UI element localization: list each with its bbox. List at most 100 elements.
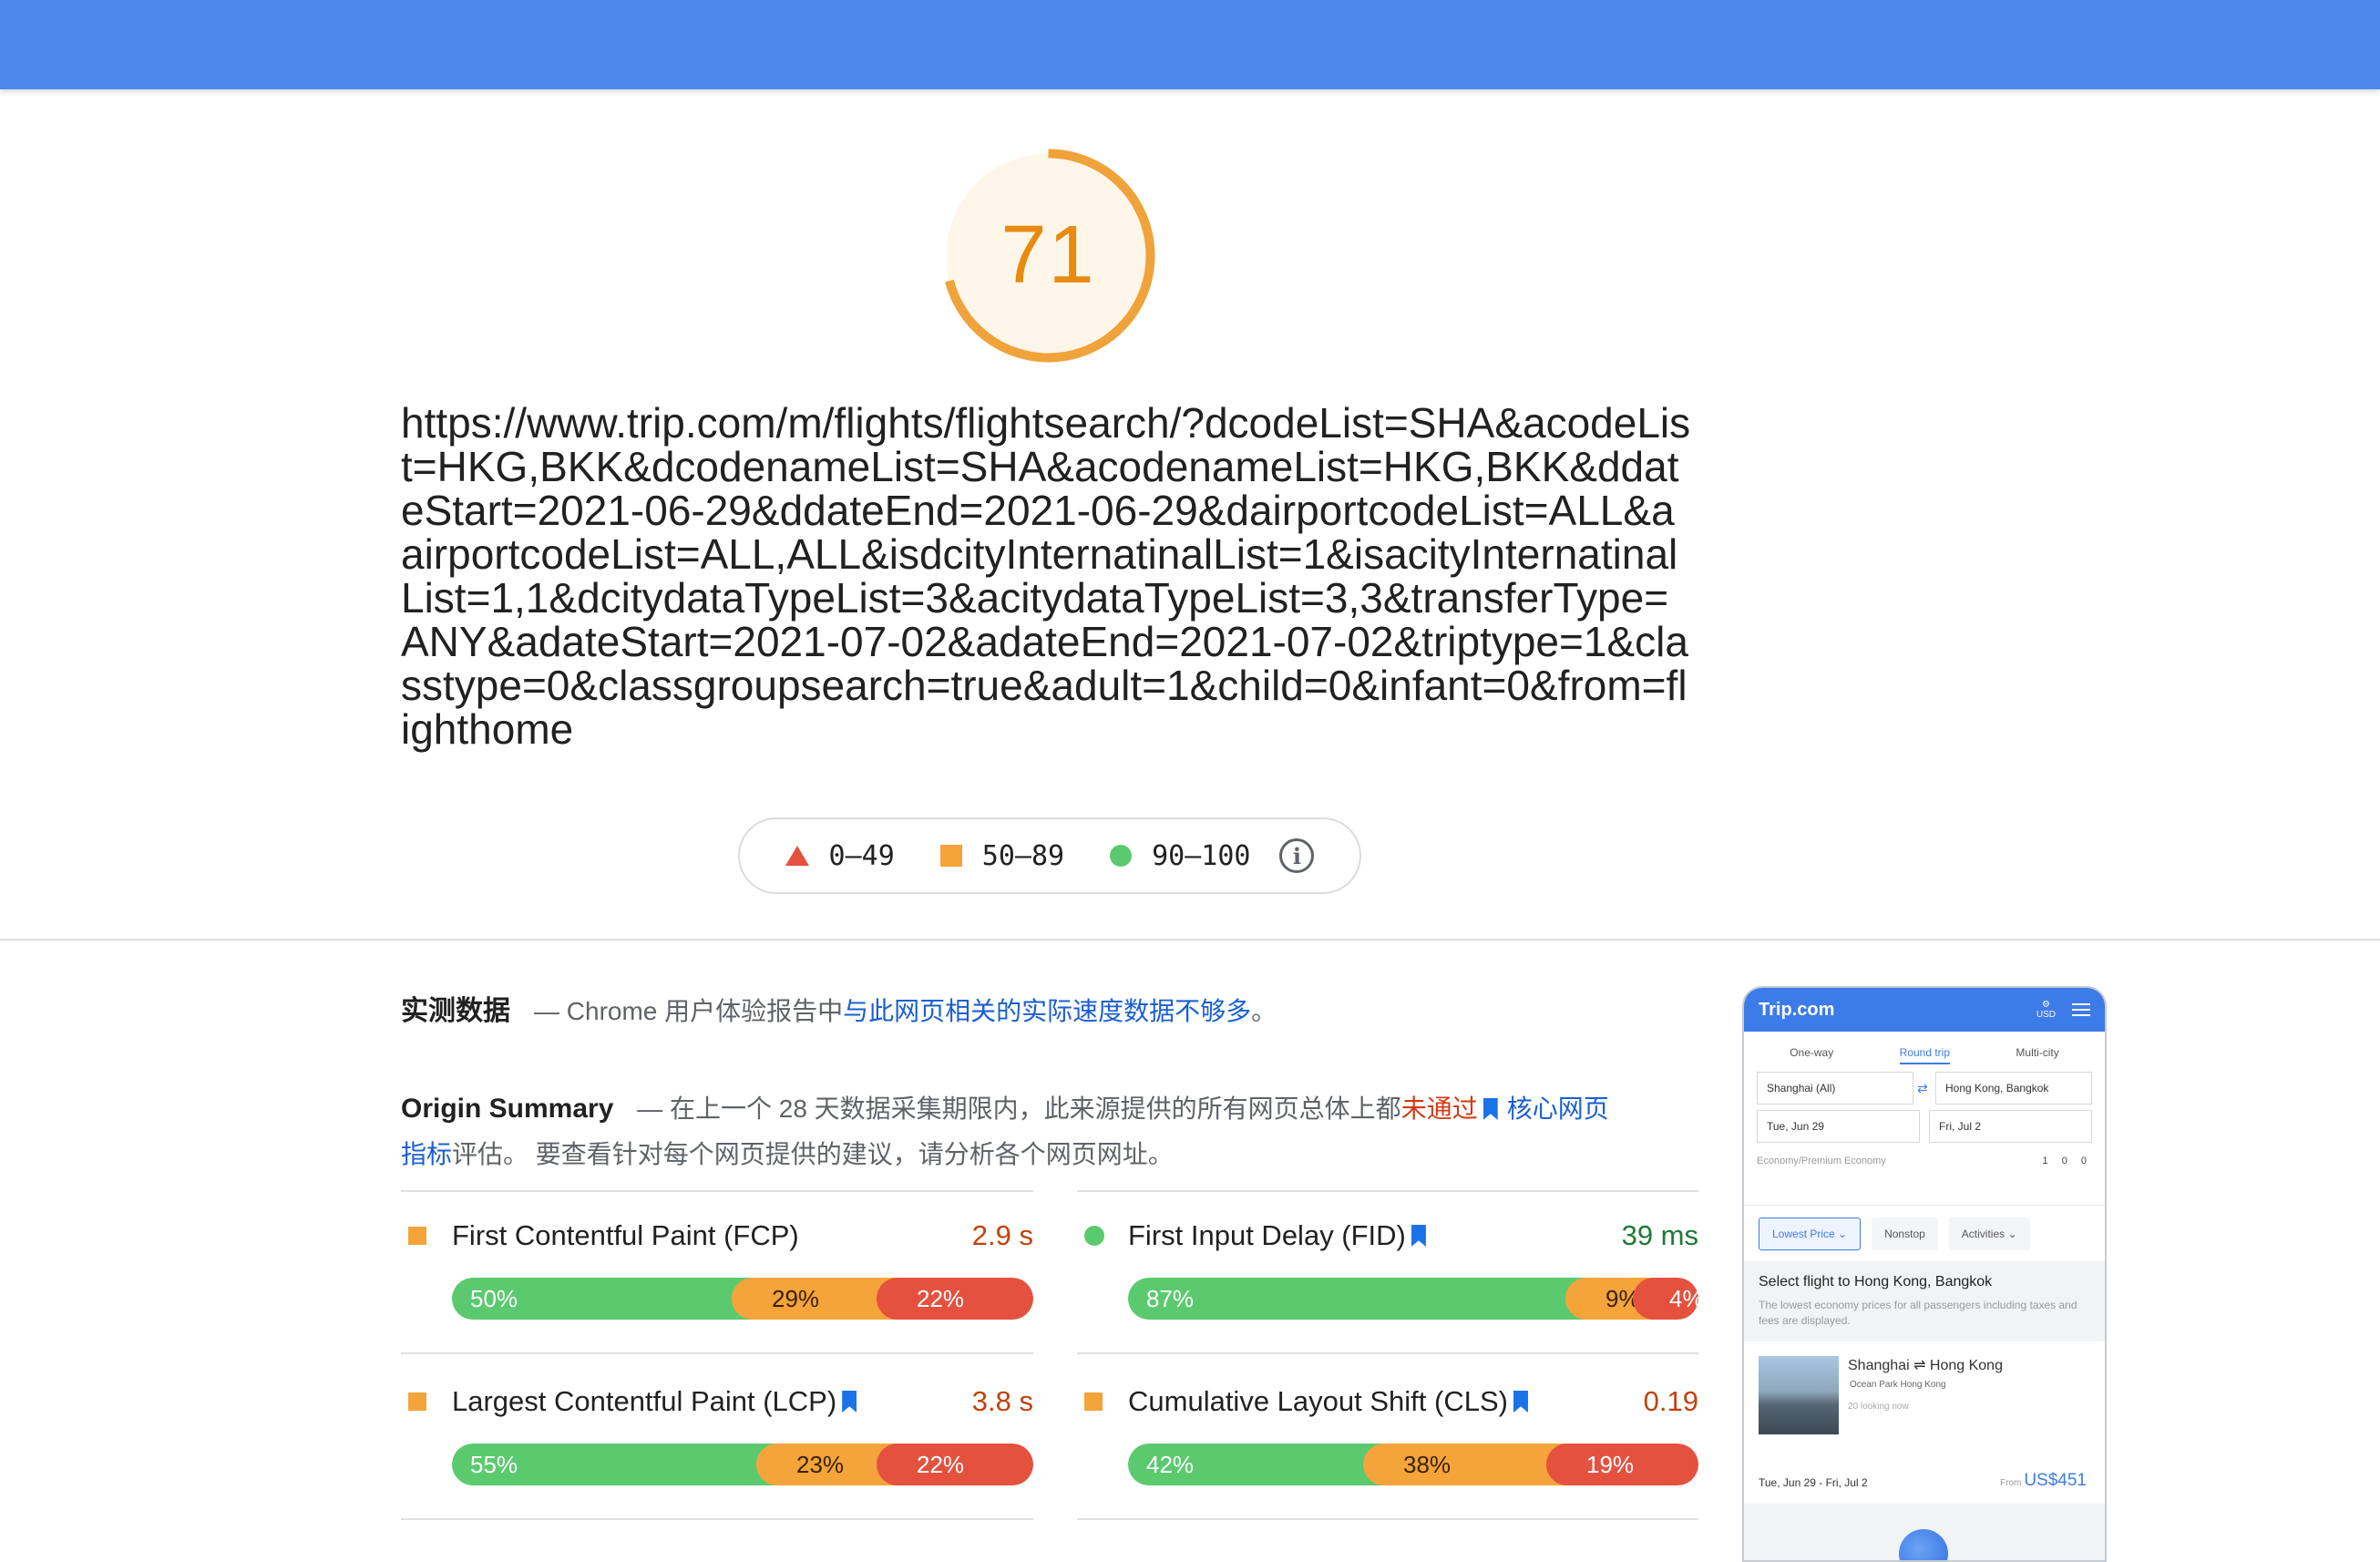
origin-summary-text-2: 评估。 要查看针对每个网页提供的建议，请分析各个网页网址。 xyxy=(452,1140,1174,1168)
flight-card: Shanghai ⇌ Hong Kong Ocean Park Hong Kon… xyxy=(1744,1341,2105,1504)
distribution-good: 42% xyxy=(1128,1444,1385,1485)
metric-divider xyxy=(1077,1352,1698,1354)
tab-one-way: One-way xyxy=(1790,1046,1834,1059)
distribution-poor: 22% xyxy=(877,1278,1033,1320)
metric-rating-marker xyxy=(401,1218,434,1254)
distribution-average: 38% xyxy=(1363,1444,1568,1485)
origin-summary-text: — 在上一个 28 天数据采集期限内，此来源提供的所有网页总体上都 xyxy=(637,1094,1401,1123)
bookmark-icon xyxy=(1411,1225,1426,1247)
swap-icon: ⇄ xyxy=(1917,1080,1928,1095)
select-flight-subtitle: The lowest economy prices for all passen… xyxy=(1759,1299,2077,1327)
metric-value: 0.19 xyxy=(1643,1385,1698,1417)
planet-icon xyxy=(1899,1529,1948,1560)
field-data-header: 实测数据 — Chrome 用户体验报告中 与此网页相关的实际速度数据不够多 。 xyxy=(401,988,1277,1028)
distribution-good: 55% xyxy=(452,1444,778,1485)
search-form: One-way Round trip Multi-city Shanghai (… xyxy=(1744,1032,2105,1205)
metric-divider xyxy=(401,1352,1033,1354)
metric-divider xyxy=(1077,1190,1698,1192)
page-screenshot-thumbnail: Trip.com ⚙ USD One-way Round trip Multi-c… xyxy=(1742,986,2107,1562)
metric-rating-marker xyxy=(401,1383,434,1420)
distribution-bar: 55% 23% 22% xyxy=(452,1444,1033,1485)
flight-card-looking: 20 looking now xyxy=(1848,1402,1909,1412)
price-from-label: From xyxy=(1999,1478,2022,1488)
from-field: Shanghai (All) xyxy=(1757,1072,1913,1105)
metric-divider xyxy=(1077,1518,1698,1520)
average-square-icon xyxy=(408,1227,426,1245)
metric-rating-marker xyxy=(1077,1383,1110,1420)
trip-type-tabs: One-way Round trip Multi-city xyxy=(1757,1032,2092,1066)
tab-round-trip: Round trip xyxy=(1899,1046,1951,1064)
average-square-icon xyxy=(408,1392,426,1411)
metric-header: First Contentful Paint (FCP) 2.9 s xyxy=(401,1218,1033,1254)
metric-name: Largest Contentful Paint (LCP) xyxy=(452,1385,866,1418)
triangle-icon xyxy=(785,846,809,866)
metric-name: First Input Delay (FID) xyxy=(1128,1219,1435,1252)
trip-logo: Trip.com xyxy=(1759,999,1835,1020)
currency-label: USD xyxy=(2036,1010,2056,1020)
legend-poor-label: 0–49 xyxy=(828,839,895,872)
legend-poor: 0–49 xyxy=(785,840,895,872)
average-square-icon xyxy=(1084,1392,1103,1411)
metric-name-text: Largest Contentful Paint (LCP) xyxy=(452,1385,837,1417)
field-data-prefix: — Chrome 用户体验报告中 xyxy=(534,997,844,1025)
metric-header: First Input Delay (FID) 39 ms xyxy=(1077,1218,1698,1254)
filter-nonstop: Nonstop xyxy=(1872,1217,1938,1250)
destination-photo xyxy=(1759,1356,1839,1434)
origin-fail-label: 未通过 xyxy=(1400,1094,1478,1123)
field-data-link[interactable]: 与此网页相关的实际速度数据不够多 xyxy=(843,992,1251,1028)
filter-bar: Lowest Price ⌄ Nonstop Activities ⌄ xyxy=(1744,1205,2105,1261)
performance-score-gauge: 71 xyxy=(937,144,1160,367)
legend-good: 90–100 xyxy=(1110,840,1250,872)
bookmark-icon xyxy=(1482,1098,1498,1120)
score-legend: 0–49 50–89 90–100 i xyxy=(738,817,1361,894)
passenger-counts: 1 0 0 xyxy=(2042,1156,2092,1166)
top-header-bar xyxy=(0,0,2380,89)
distribution-average: 29% xyxy=(732,1278,898,1320)
distribution-poor: 4% xyxy=(1633,1278,1698,1320)
legend-average: 50–89 xyxy=(939,839,1065,872)
cabin-row: Economy/Premium Economy 1 0 0 xyxy=(1757,1156,2092,1166)
origin-summary: Origin Summary — 在上一个 28 天数据采集期限内，此来源提供的… xyxy=(401,1086,1613,1177)
flight-card-dates: Tue, Jun 29 - Fri, Jul 2 xyxy=(1759,1476,1868,1489)
metric-divider xyxy=(401,1190,1033,1192)
distribution-good: 50% xyxy=(452,1278,754,1320)
distribution-bar: 50% 29% 22% xyxy=(452,1278,1033,1320)
distribution-bar: 42% 38% 19% xyxy=(1128,1444,1698,1485)
info-icon[interactable]: i xyxy=(1279,838,1315,873)
select-flight-title: Select flight to Hong Kong, Bangkok xyxy=(1759,1274,1993,1290)
to-field: Hong Kong, Bangkok xyxy=(1935,1072,2092,1105)
flight-card-title: Shanghai ⇌ Hong Kong xyxy=(1848,1358,2003,1373)
metric-name: Cumulative Layout Shift (CLS) xyxy=(1128,1385,1537,1418)
metric-divider xyxy=(401,1518,1033,1520)
good-circle-icon xyxy=(1084,1226,1104,1246)
filter-lowest-price: Lowest Price ⌄ xyxy=(1759,1217,1862,1250)
cabin-class: Economy/Premium Economy xyxy=(1757,1156,1886,1166)
legend-average-label: 50–89 xyxy=(981,839,1065,872)
filter-lowest-price-label: Lowest Price xyxy=(1772,1227,1835,1240)
price-value: US$451 xyxy=(2024,1471,2087,1490)
field-data-suffix: 。 xyxy=(1251,997,1277,1025)
filter-activities: Activities ⌄ xyxy=(1948,1217,2030,1250)
metric-rating-marker xyxy=(1077,1218,1110,1254)
currency-selector: ⚙ USD xyxy=(2036,1000,2056,1020)
route-row: Shanghai (All) ⇄ Hong Kong, Bangkok xyxy=(1757,1072,2092,1105)
tab-multi-city: Multi-city xyxy=(2016,1046,2059,1059)
legend-good-label: 90–100 xyxy=(1152,839,1251,872)
origin-summary-title: Origin Summary xyxy=(401,1094,614,1124)
metric-header: Largest Contentful Paint (LCP) 3.8 s xyxy=(401,1383,1033,1420)
select-flight-info: Select flight to Hong Kong, Bangkok The … xyxy=(1744,1261,2105,1338)
metric-value: 2.9 s xyxy=(971,1219,1033,1251)
depart-field: Tue, Jun 29 xyxy=(1757,1110,1920,1143)
metric-value: 3.8 s xyxy=(971,1385,1033,1417)
circle-icon xyxy=(1110,845,1133,867)
return-field: Fri, Jul 2 xyxy=(1929,1110,2092,1143)
performance-score: 71 xyxy=(1000,210,1096,301)
bookmark-icon xyxy=(842,1391,857,1413)
square-icon xyxy=(939,845,962,867)
phone-header: Trip.com ⚙ USD xyxy=(1744,988,2105,1032)
distribution-poor: 19% xyxy=(1546,1444,1698,1485)
bookmark-icon xyxy=(1513,1391,1528,1413)
distribution-bar: 87% 9% 4% xyxy=(1128,1278,1698,1320)
filter-activities-label: Activities xyxy=(1961,1227,2006,1240)
metric-value: 39 ms xyxy=(1621,1219,1698,1251)
